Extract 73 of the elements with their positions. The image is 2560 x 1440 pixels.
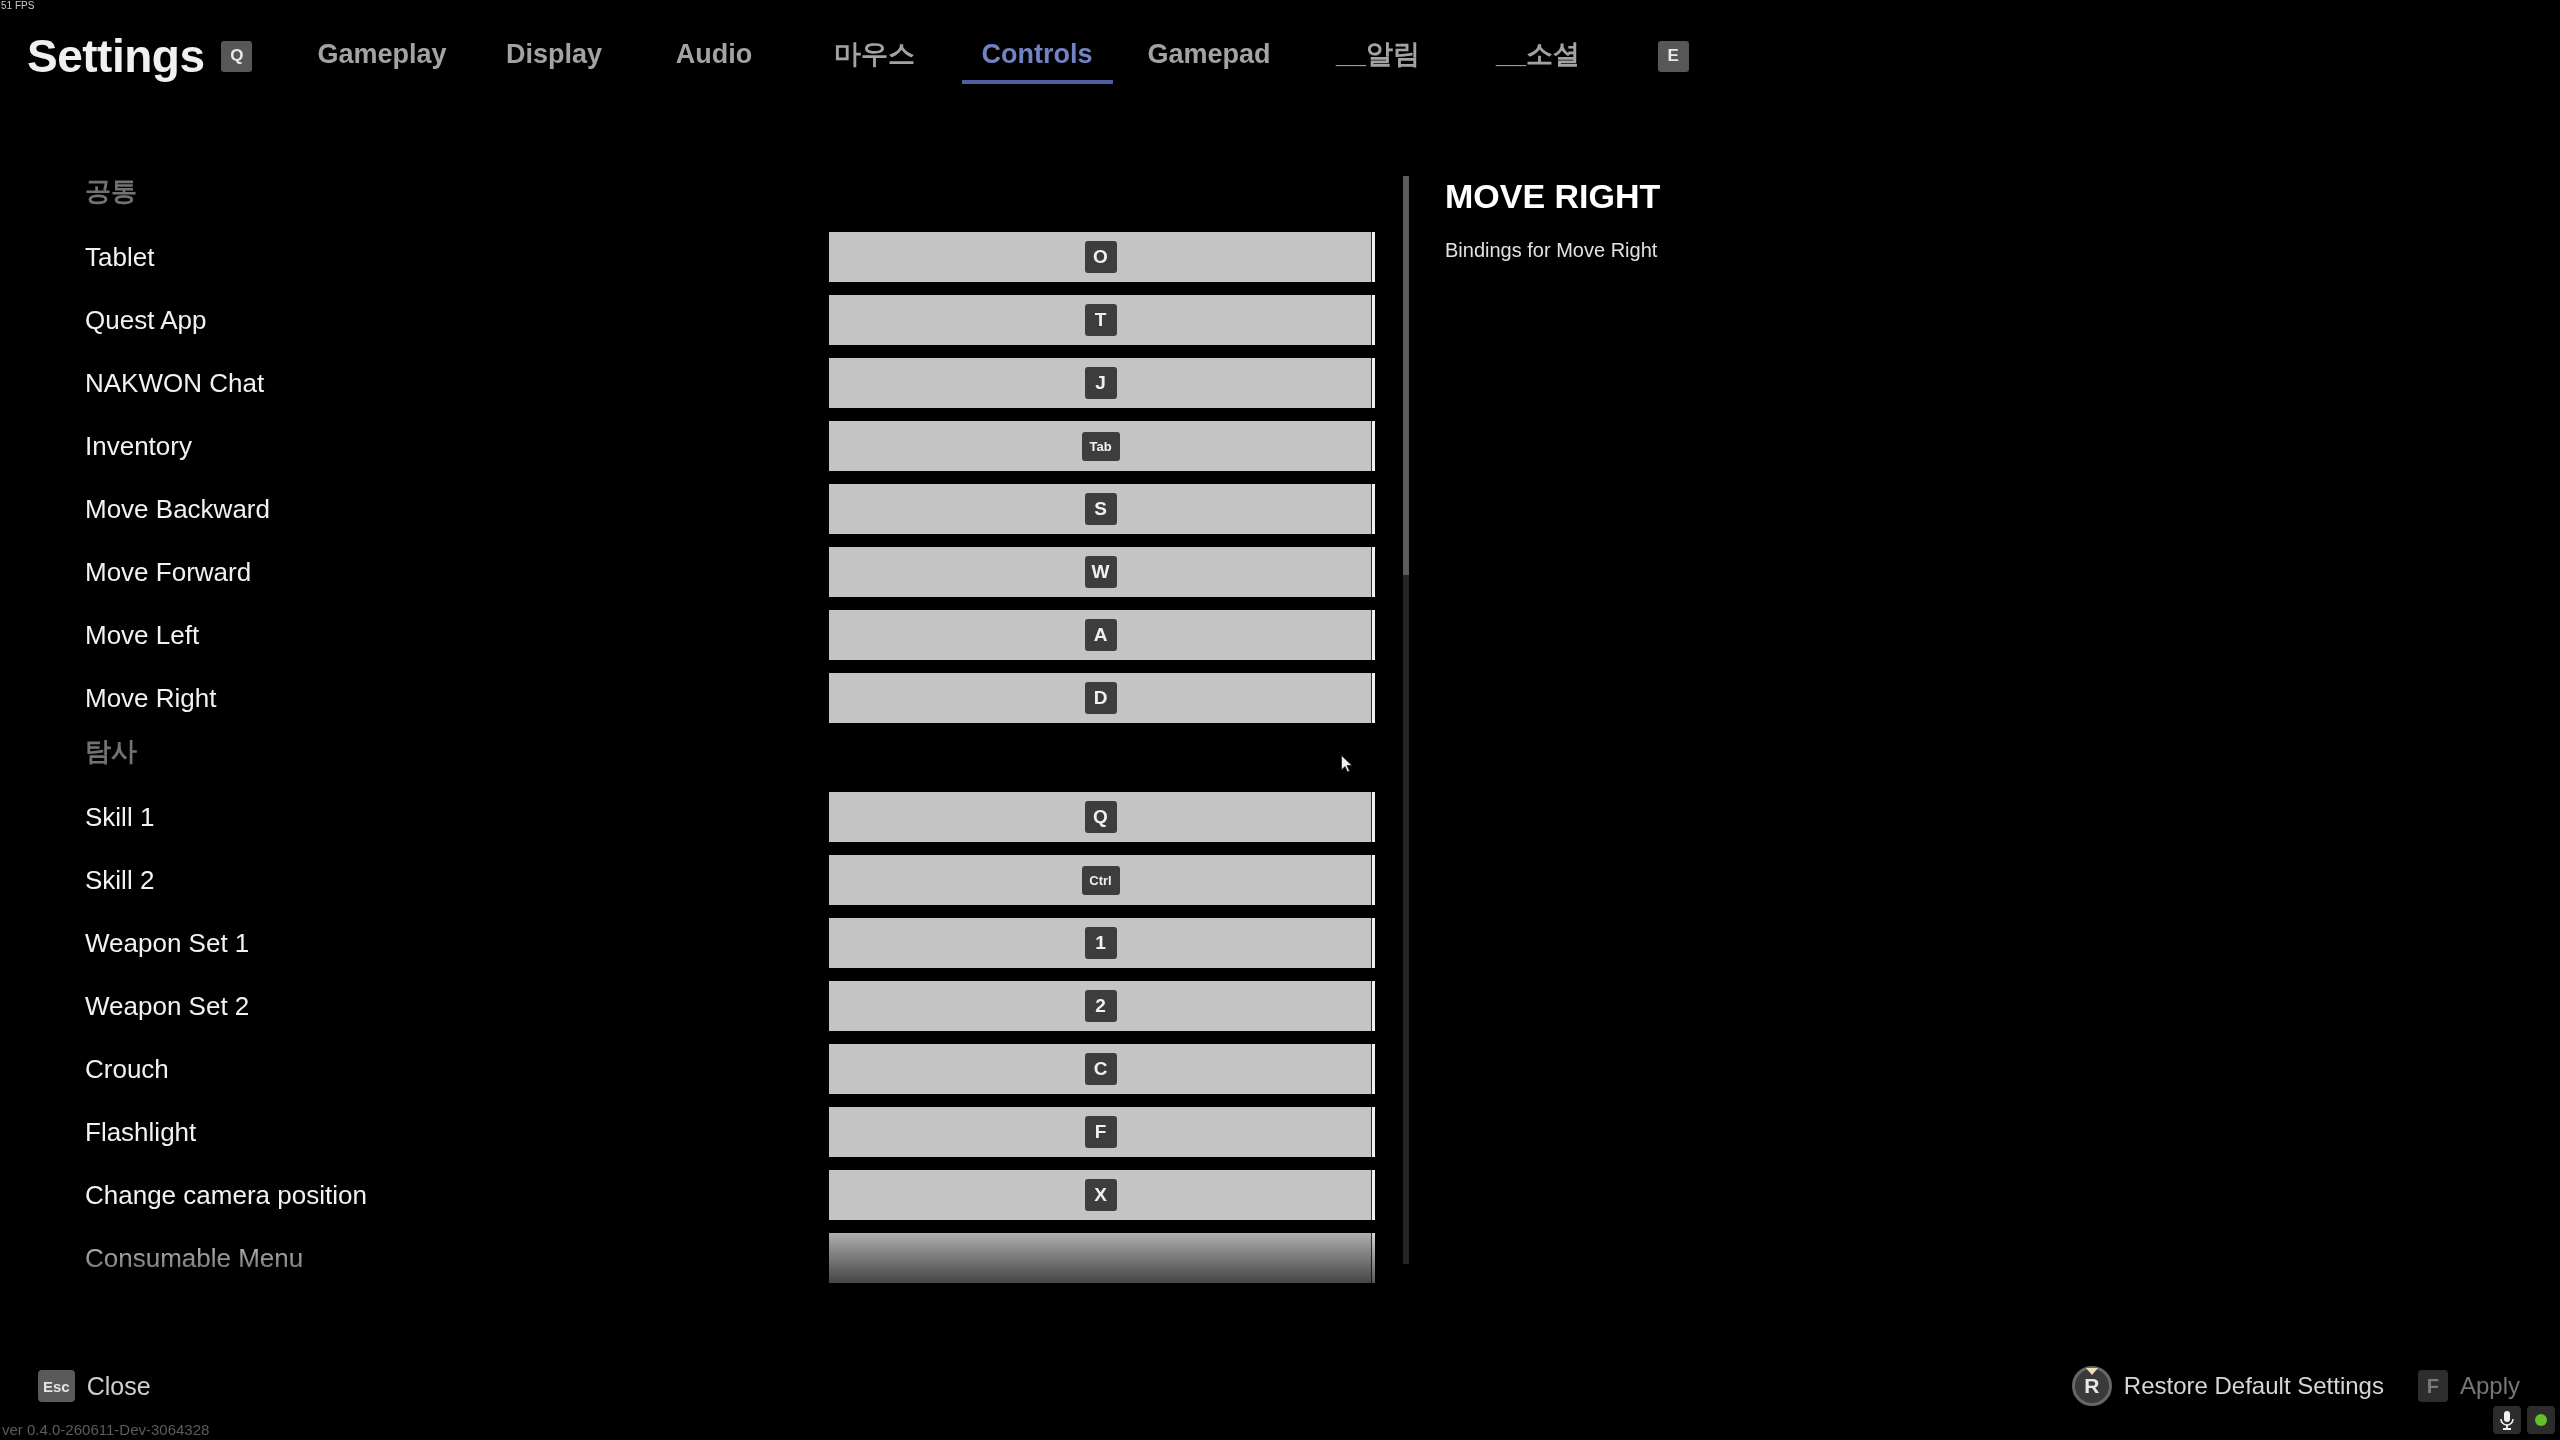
- keycap: C: [1084, 1053, 1117, 1085]
- close-button[interactable]: Close: [86, 1371, 151, 1401]
- section-heading: 탐사: [85, 736, 137, 766]
- keycap: T: [1084, 304, 1117, 336]
- action-label: Skill 1: [85, 801, 155, 833]
- tab[interactable]: Display: [481, 28, 627, 84]
- key-binding-button[interactable]: J: [829, 358, 1375, 408]
- keycap: F: [1084, 1116, 1117, 1148]
- scrollbar[interactable]: [1403, 176, 1409, 1264]
- keycap: E: [1657, 40, 1689, 72]
- tab[interactable]: __알림: [1305, 28, 1451, 84]
- action-label: Weapon Set 2: [85, 990, 250, 1022]
- action-label: Move Left: [85, 619, 200, 651]
- keycap: Tab: [1081, 431, 1120, 461]
- key-binding-button[interactable]: [829, 1233, 1375, 1283]
- keycap: R: [2071, 1366, 2112, 1406]
- fps-counter: 51 FPS: [1, 0, 35, 12]
- key-binding-button[interactable]: X: [829, 1170, 1375, 1220]
- action-label: Tablet: [85, 241, 155, 273]
- key-binding-button[interactable]: F: [829, 1107, 1375, 1157]
- version-label: ver 0.4.0-260611-Dev-3064328: [2, 1420, 210, 1440]
- keycap: W: [1084, 556, 1117, 588]
- key-binding-button[interactable]: Tab: [829, 421, 1375, 471]
- section-heading: 공통: [85, 176, 137, 206]
- microphone-icon: [2493, 1406, 2521, 1434]
- tab[interactable]: Gameplay: [297, 28, 467, 84]
- action-label: Move Backward: [85, 493, 270, 525]
- keycap: 2: [1084, 990, 1117, 1022]
- keycap: O: [1084, 241, 1117, 273]
- keycap: A: [1084, 619, 1117, 651]
- key-binding-button[interactable]: Q: [829, 792, 1375, 842]
- action-button[interactable]: Restore Default Settings: [2123, 1372, 2384, 1400]
- keycap: S: [1084, 493, 1117, 525]
- key-binding-button[interactable]: C: [829, 1044, 1375, 1094]
- keycap: Q: [1084, 801, 1117, 833]
- keycap: Ctrl: [1081, 865, 1120, 895]
- action-label: Inventory: [85, 430, 192, 462]
- details-title: MOVE RIGHT: [1445, 176, 1661, 216]
- action-label: Quest App: [85, 304, 207, 336]
- action-label: Consumable Menu: [85, 1242, 304, 1274]
- action-label: Flashlight: [85, 1116, 197, 1148]
- cursor-icon: [1341, 755, 1354, 773]
- action-label: Change camera position: [85, 1179, 367, 1211]
- action-label: Move Forward: [85, 556, 252, 588]
- key-binding-button[interactable]: A: [829, 610, 1375, 660]
- settings-title: Settings: [27, 29, 205, 84]
- keycap: X: [1084, 1179, 1117, 1211]
- action-label: Crouch: [85, 1053, 169, 1085]
- keycap: 1: [1084, 927, 1117, 959]
- keycap: D: [1084, 682, 1117, 714]
- key-binding-button[interactable]: S: [829, 484, 1375, 534]
- key-binding-button[interactable]: W: [829, 547, 1375, 597]
- tab[interactable]: 마우스: [801, 28, 947, 84]
- keycap: F: [2417, 1370, 2448, 1402]
- action-label: NAKWON Chat: [85, 367, 265, 399]
- key-binding-button[interactable]: 1: [829, 918, 1375, 968]
- keycap: Q: [221, 40, 253, 72]
- tab[interactable]: Controls: [961, 28, 1113, 84]
- tab[interactable]: Gamepad: [1127, 28, 1291, 84]
- keycap: Esc: [38, 1370, 75, 1402]
- keycap: J: [1084, 367, 1117, 399]
- action-label: Skill 2: [85, 864, 155, 896]
- tab[interactable]: __소셜: [1465, 28, 1611, 84]
- action-label: Weapon Set 1: [85, 927, 250, 959]
- key-binding-button[interactable]: Ctrl: [829, 855, 1375, 905]
- key-binding-button[interactable]: T: [829, 295, 1375, 345]
- details-description: Bindings for Move Right: [1445, 238, 1659, 262]
- scrollbar-thumb[interactable]: [1403, 176, 1409, 575]
- key-binding-button[interactable]: D: [829, 673, 1375, 723]
- key-binding-button[interactable]: 2: [829, 981, 1375, 1031]
- tab[interactable]: Audio: [641, 28, 787, 84]
- key-binding-button[interactable]: O: [829, 232, 1375, 282]
- action-label: Move Right: [85, 682, 217, 714]
